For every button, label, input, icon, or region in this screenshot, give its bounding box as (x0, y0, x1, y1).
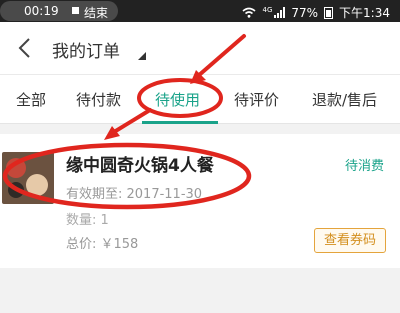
order-tabs: 全部 待付款 待使用 待评价 退款/售后 (0, 74, 400, 124)
battery-percent: 77% (291, 5, 319, 20)
tab-pending-use[interactable]: 待使用 (155, 89, 200, 110)
total-price: 总价: ￥158 (66, 237, 139, 252)
quantity: 数量: 1 (66, 213, 109, 228)
valid-until: 有效期至: 2017-11-30 (66, 187, 203, 202)
page-header: 我的订单 (0, 22, 400, 74)
page-background (0, 268, 400, 313)
status-icons: 4G 77% 下午1:34 (242, 4, 390, 21)
status-badge: 待消费 (344, 159, 384, 174)
wifi-icon (242, 7, 256, 18)
product-thumbnail[interactable] (2, 152, 54, 204)
signal-icon (274, 7, 286, 18)
end-call-label[interactable]: 结束 (84, 4, 108, 21)
tab-pending-review[interactable]: 待评价 (234, 89, 279, 110)
back-arrow-icon[interactable] (16, 37, 36, 59)
stop-icon (72, 7, 79, 14)
tab-refund[interactable]: 退款/售后 (312, 89, 377, 110)
active-tab-indicator (142, 121, 218, 124)
caret-down-icon[interactable] (138, 52, 146, 60)
status-bar: 00:19 结束 4G 77% 下午1:34 (0, 0, 400, 22)
clock: 下午1:34 (339, 6, 390, 20)
call-timer: 00:19 (24, 4, 59, 18)
network-type: 4G (262, 5, 273, 14)
tab-pending-payment[interactable]: 待付款 (76, 89, 121, 110)
view-code-button[interactable]: 查看券码 (314, 228, 386, 253)
battery-icon (324, 6, 334, 19)
order-card[interactable]: 缘中圆奇火锅4人餐 待消费 有效期至: 2017-11-30 数量: 1 总价:… (0, 134, 400, 268)
screen: 00:19 结束 4G 77% 下午1:34 我的订单 全部 待付款 待使用 待… (0, 0, 400, 313)
product-name: 缘中圆奇火锅4人餐 (66, 156, 214, 176)
page-title[interactable]: 我的订单 (52, 37, 120, 62)
tab-all[interactable]: 全部 (16, 89, 46, 110)
